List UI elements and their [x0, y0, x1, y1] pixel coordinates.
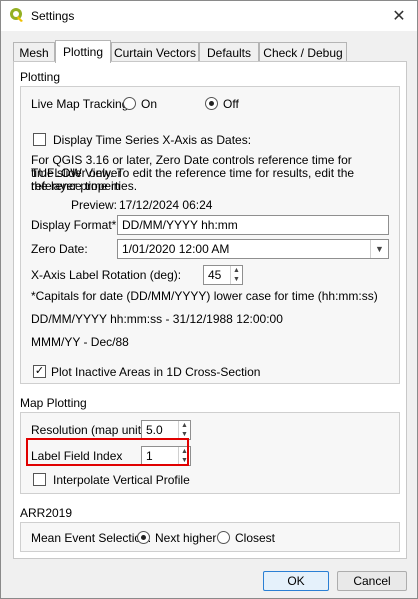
capitals-note: *Capitals for date (DD/MM/YYYY) lower ca…: [31, 289, 378, 303]
resolution-spinbox[interactable]: 5.0 ▲ ▼: [141, 420, 191, 440]
live-tracking-on-radio[interactable]: [123, 97, 136, 110]
window-title: Settings: [31, 9, 75, 23]
live-tracking-on-label[interactable]: On: [141, 97, 157, 111]
next-higher-label[interactable]: Next higher: [155, 531, 216, 545]
rotation-value: 45: [208, 268, 222, 282]
zero-date-combo[interactable]: 1/01/2020 12:00 AM ▼: [117, 239, 389, 259]
live-tracking-label: Live Map Tracking:: [31, 97, 132, 111]
preview-label: Preview:: [71, 198, 118, 212]
zero-date-label: Zero Date:: [31, 242, 88, 256]
arr-group-title: ARR2019: [20, 506, 73, 520]
interpolate-label: Interpolate Vertical Profile: [53, 473, 190, 487]
plotting-group-title: Plotting: [20, 70, 61, 84]
time-series-dates-checkbox[interactable]: [33, 133, 46, 146]
cancel-button[interactable]: Cancel: [337, 571, 407, 591]
settings-dialog: Settings ✕ Mesh Plotting Curtain Vectors…: [0, 0, 418, 599]
info-line-3: the layer properties.: [31, 179, 138, 193]
mean-event-label: Mean Event Selection:: [31, 531, 152, 545]
spin-up-icon[interactable]: ▲: [231, 266, 242, 275]
resolution-label: Resolution (map units): [31, 423, 152, 437]
tab-defaults[interactable]: Defaults: [199, 42, 259, 62]
arr-group: Mean Event Selection: Next higher Closes…: [20, 522, 400, 552]
close-icon[interactable]: ✕: [387, 5, 411, 27]
next-higher-radio[interactable]: [137, 531, 150, 544]
format-example-2: MMM/YY - Dec/88: [31, 335, 129, 349]
tab-mesh[interactable]: Mesh: [13, 42, 55, 62]
plotting-tab-panel: Plotting Live Map Tracking: On Off Displ…: [13, 61, 407, 559]
rotation-label: X-Axis Label Rotation (deg):: [31, 268, 182, 282]
closest-radio[interactable]: [217, 531, 230, 544]
interpolate-checkbox[interactable]: [33, 473, 46, 486]
zero-date-value: 1/01/2020 12:00 AM: [122, 242, 230, 256]
time-series-dates-label: Display Time Series X-Axis as Dates:: [53, 133, 252, 147]
plotting-group: Live Map Tracking: On Off Display Time S…: [20, 86, 400, 384]
title-bar: Settings ✕: [1, 1, 417, 31]
plot-inactive-label: Plot Inactive Areas in 1D Cross-Section: [51, 365, 261, 379]
map-plotting-group-title: Map Plotting: [20, 396, 87, 410]
rotation-spinbox[interactable]: 45 ▲ ▼: [203, 265, 243, 285]
plot-inactive-checkbox[interactable]: ✓: [33, 365, 46, 378]
format-example-1: DD/MM/YYYY hh:mm:ss - 31/12/1988 12:00:0…: [31, 312, 283, 326]
display-format-input[interactable]: DD/MM/YYYY hh:mm: [117, 215, 389, 235]
preview-value: 17/12/2024 06:24: [119, 198, 213, 212]
live-tracking-off-label[interactable]: Off: [223, 97, 239, 111]
chevron-down-icon[interactable]: ▼: [370, 240, 388, 258]
resolution-value: 5.0: [146, 423, 163, 437]
tab-plotting[interactable]: Plotting: [55, 40, 111, 63]
tab-check-debug[interactable]: Check / Debug: [259, 42, 347, 62]
spin-down-icon[interactable]: ▼: [231, 275, 242, 284]
label-field-index-highlight: [26, 438, 189, 466]
qgis-logo-icon: [10, 8, 23, 22]
ok-button[interactable]: OK: [263, 571, 329, 591]
tab-curtain-vectors[interactable]: Curtain Vectors: [111, 42, 199, 62]
display-format-label: Display Format*:: [31, 218, 120, 232]
spin-up-icon[interactable]: ▲: [179, 421, 190, 430]
live-tracking-off-radio[interactable]: [205, 97, 218, 110]
closest-label[interactable]: Closest: [235, 531, 275, 545]
